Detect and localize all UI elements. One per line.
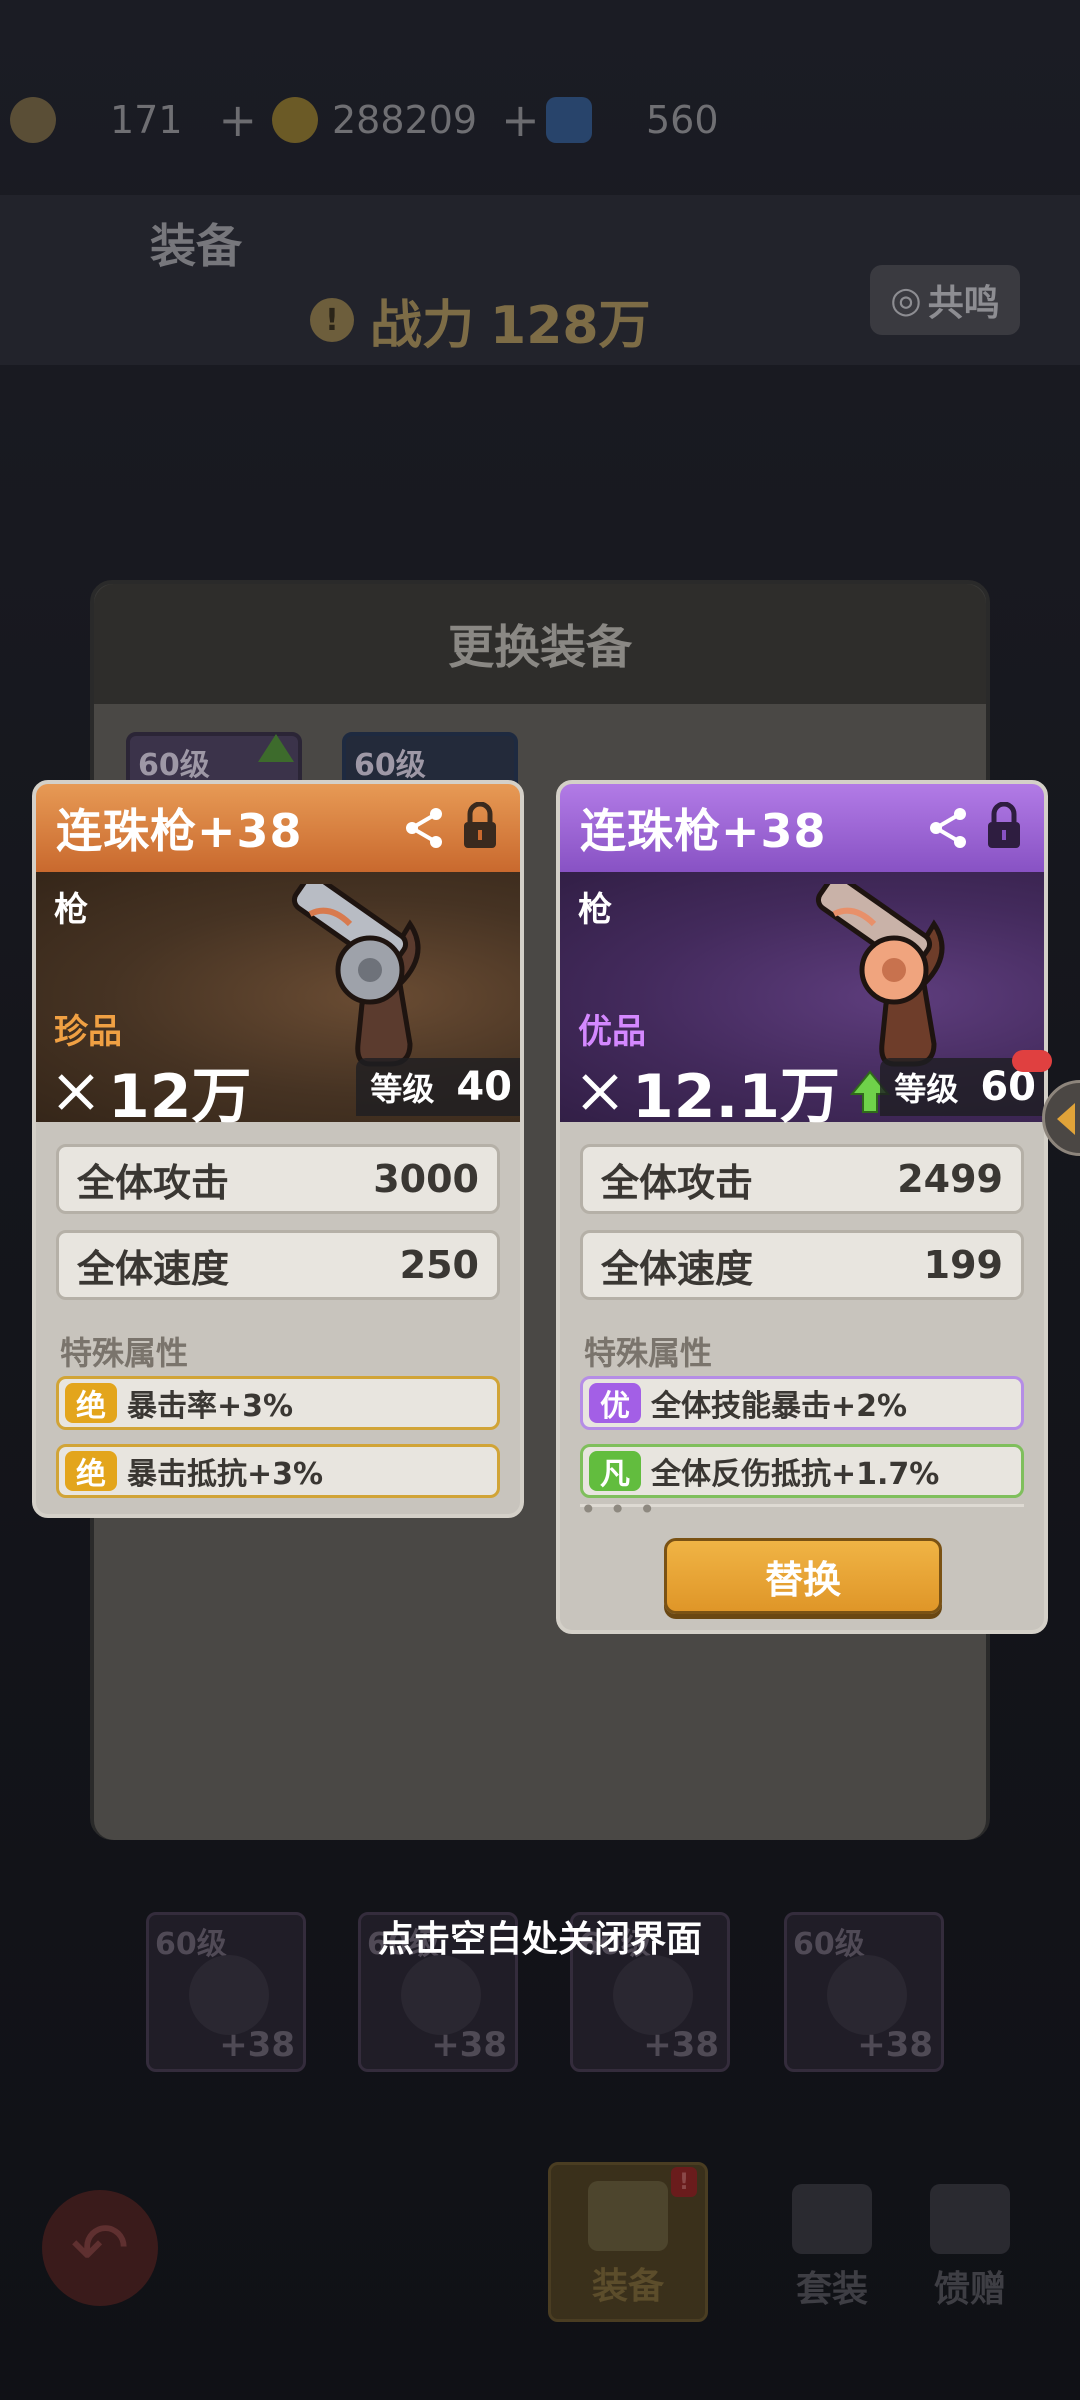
level-label: 等级 bbox=[894, 1070, 959, 1108]
stat-row-attack: 全体攻击 2499 bbox=[580, 1144, 1024, 1214]
new-equipment-card: 连珠枪+38 枪 优品 12.1万 等级 60 全体攻击 2499 全体速度 1… bbox=[556, 780, 1048, 1634]
item-rarity: 珍品 bbox=[54, 1012, 122, 1052]
item-power: 12万 bbox=[54, 1048, 252, 1135]
attribute-grade-badge: 凡 bbox=[589, 1451, 641, 1492]
lock-icon[interactable] bbox=[984, 802, 1024, 850]
level-value: 40 bbox=[456, 1064, 512, 1110]
notification-dot bbox=[1012, 1050, 1052, 1072]
item-type: 枪 bbox=[54, 890, 88, 930]
share-icon[interactable] bbox=[402, 806, 446, 850]
current-equipment-card: 连珠枪+38 枪 珍品 12万 等级 40 全体攻击 3000 全体速度 250… bbox=[32, 780, 524, 1518]
attribute-text: 暴击抵抗+3% bbox=[127, 1457, 324, 1492]
special-attribute: 绝 暴击率+3% bbox=[56, 1376, 500, 1430]
attribute-grade-badge: 优 bbox=[589, 1383, 641, 1424]
stat-label: 全体速度 bbox=[77, 1246, 230, 1291]
attribute-text: 暴击率+3% bbox=[127, 1389, 294, 1424]
close-hint[interactable]: 点击空白处关闭界面 bbox=[0, 1910, 1080, 1962]
replace-button[interactable]: 替换 bbox=[664, 1538, 942, 1614]
stat-label: 全体攻击 bbox=[601, 1160, 754, 1205]
special-attribute: 绝 暴击抵抗+3% bbox=[56, 1444, 500, 1498]
attribute-text: 全体技能暴击+2% bbox=[651, 1389, 908, 1424]
special-attribute: 凡 全体反伤抵抗+1.7% bbox=[580, 1444, 1024, 1498]
special-attributes-title: 特殊属性 bbox=[60, 1334, 189, 1372]
stat-row-speed: 全体速度 199 bbox=[580, 1230, 1024, 1300]
stat-row-speed: 全体速度 250 bbox=[56, 1230, 500, 1300]
item-rarity: 优品 bbox=[578, 1012, 646, 1052]
item-name: 连珠枪+38 bbox=[580, 804, 827, 858]
crossed-swords-icon bbox=[58, 1073, 94, 1110]
revolver-icon bbox=[291, 884, 421, 1067]
stat-value: 250 bbox=[399, 1243, 479, 1287]
item-art-area: 枪 优品 12.1万 等级 60 bbox=[560, 872, 1044, 1132]
card-header: 连珠枪+38 bbox=[560, 784, 1044, 872]
special-attributes-title: 特殊属性 bbox=[584, 1334, 713, 1372]
share-icon[interactable] bbox=[926, 806, 970, 850]
stat-label: 全体攻击 bbox=[77, 1160, 230, 1205]
attribute-grade-badge: 绝 bbox=[65, 1383, 117, 1424]
stat-value: 199 bbox=[923, 1243, 1003, 1287]
attribute-text: 全体反伤抵抗+1.7% bbox=[651, 1457, 940, 1492]
special-attribute: 优 全体技能暴击+2% bbox=[580, 1376, 1024, 1430]
card-header: 连珠枪+38 bbox=[36, 784, 520, 872]
stat-label: 全体速度 bbox=[601, 1246, 754, 1291]
item-power: 12.1万 bbox=[578, 1048, 891, 1135]
item-name: 连珠枪+38 bbox=[56, 804, 303, 858]
stat-value: 3000 bbox=[373, 1157, 479, 1201]
lock-icon[interactable] bbox=[460, 802, 500, 850]
stat-row-attack: 全体攻击 3000 bbox=[56, 1144, 500, 1214]
item-level: 等级 40 bbox=[356, 1058, 520, 1116]
stat-value: 2499 bbox=[897, 1157, 1003, 1201]
level-label: 等级 bbox=[370, 1070, 435, 1108]
scroll-indicator[interactable]: • • • bbox=[580, 1493, 1024, 1526]
item-type: 枪 bbox=[578, 890, 612, 930]
attribute-grade-badge: 绝 bbox=[65, 1451, 117, 1492]
power-value: 12万 bbox=[108, 1062, 252, 1132]
item-art-area: 枪 珍品 12万 等级 40 bbox=[36, 872, 520, 1132]
crossed-swords-icon bbox=[582, 1073, 618, 1110]
power-value: 12.1万 bbox=[632, 1062, 841, 1132]
